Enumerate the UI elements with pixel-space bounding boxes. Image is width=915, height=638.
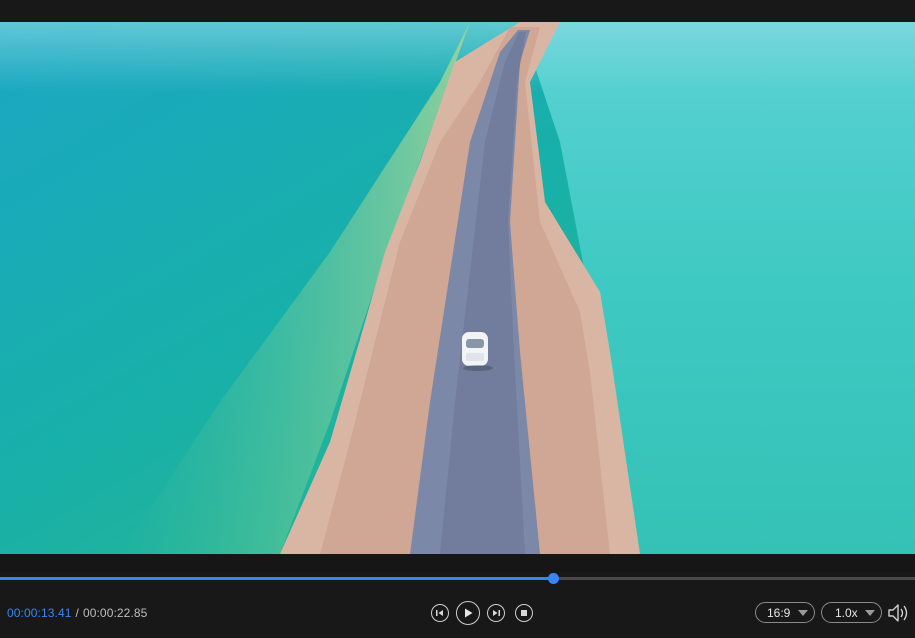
video-frame[interactable] xyxy=(0,22,915,554)
step-back-icon xyxy=(436,610,443,616)
control-bar: 00:00:13.41/00:00:22.85 16:9 1.0x xyxy=(0,588,915,638)
aspect-ratio-select[interactable]: 16:9 xyxy=(755,602,815,623)
seek-fill xyxy=(0,577,553,580)
time-separator: / xyxy=(75,606,79,620)
volume-icon[interactable] xyxy=(887,602,911,624)
play-button[interactable] xyxy=(456,601,480,625)
seek-handle[interactable] xyxy=(548,573,559,584)
total-time: 00:00:22.85 xyxy=(82,606,148,620)
aspect-ratio-value: 16:9 xyxy=(767,605,791,620)
top-bar xyxy=(0,0,915,22)
caret-down-icon xyxy=(798,610,808,616)
stop-button[interactable] xyxy=(515,604,533,622)
time-display: 00:00:13.41/00:00:22.85 xyxy=(7,606,147,620)
playback-speed-value: 1.0x xyxy=(835,605,858,620)
caret-down-icon xyxy=(865,610,875,616)
prev-frame-button[interactable] xyxy=(431,604,449,622)
playback-speed-select[interactable]: 1.0x xyxy=(821,602,882,623)
step-forward-icon xyxy=(493,610,500,616)
current-time: 00:00:13.41 xyxy=(7,606,72,620)
seek-bar[interactable] xyxy=(0,570,915,588)
next-frame-button[interactable] xyxy=(487,604,505,622)
play-icon xyxy=(465,608,473,618)
stop-icon xyxy=(521,610,527,616)
